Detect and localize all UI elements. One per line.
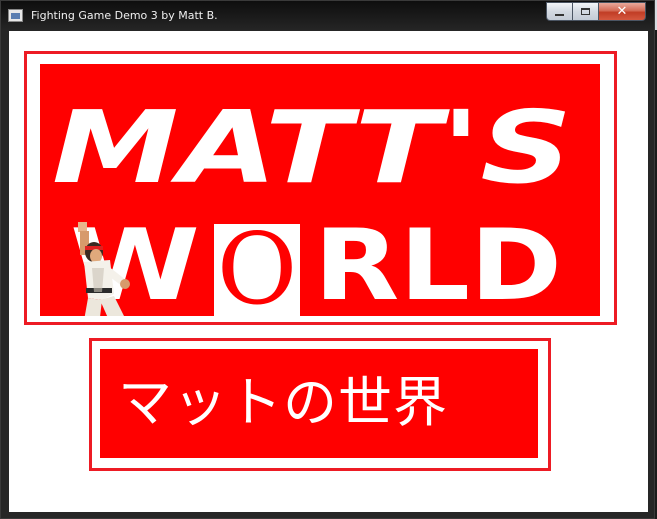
logo-line1: MATT'S	[52, 89, 572, 206]
maximize-icon	[581, 8, 590, 15]
logo-letter-o: O	[217, 213, 297, 316]
subtitle-panel: マットの世界	[100, 349, 538, 458]
maximize-button[interactable]	[573, 2, 599, 21]
game-canvas[interactable]: MATT'S W O RLD マットの世界	[9, 31, 648, 512]
window-title: Fighting Game Demo 3 by Matt B.	[31, 9, 218, 22]
logo-panel: MATT'S W O RLD	[40, 64, 600, 316]
logo-graphic: MATT'S W O RLD	[52, 89, 572, 316]
caption-buttons: ✕	[546, 2, 646, 21]
logo-letters-rld: RLD	[314, 209, 562, 316]
app-window: Fighting Game Demo 3 by Matt B. ✕ MATT'S…	[0, 0, 655, 519]
close-button[interactable]: ✕	[599, 2, 646, 21]
minimize-icon	[555, 13, 564, 16]
subtitle-text: マットの世界	[118, 371, 448, 434]
minimize-button[interactable]	[546, 2, 573, 21]
app-icon[interactable]	[8, 9, 23, 22]
close-icon: ✕	[616, 4, 628, 19]
title-bar[interactable]: Fighting Game Demo 3 by Matt B. ✕	[1, 1, 654, 31]
